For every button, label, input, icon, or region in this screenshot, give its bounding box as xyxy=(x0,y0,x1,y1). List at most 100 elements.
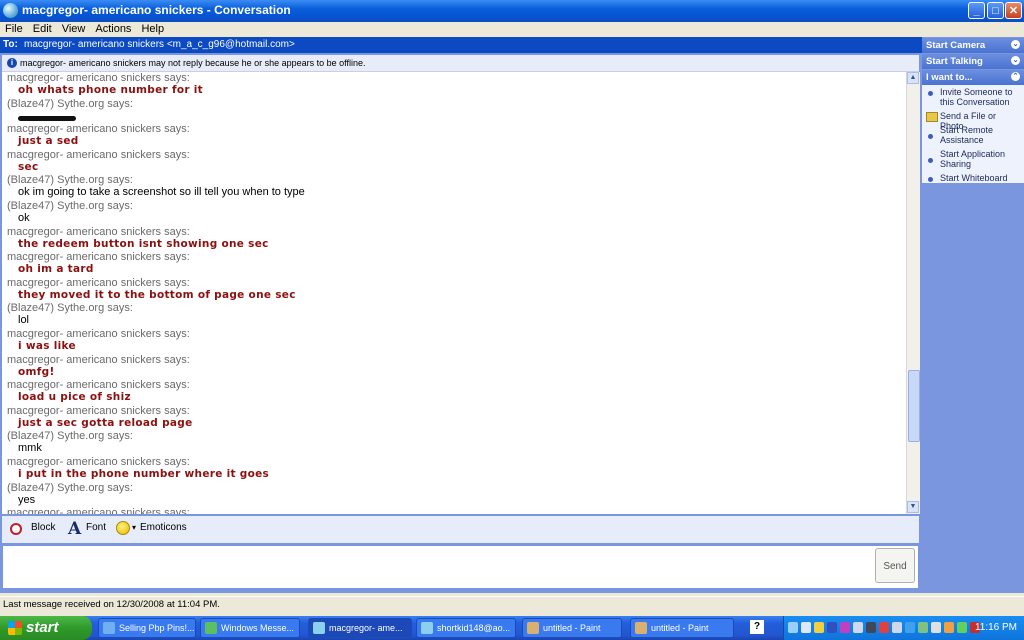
tray-icon[interactable] xyxy=(931,622,941,633)
message-item: macgregor- americano snickers says: xyxy=(7,507,305,514)
history-scrollbar[interactable]: ▲ ▼ xyxy=(906,72,920,514)
whiteboard-label: Start Whiteboard xyxy=(940,173,1008,183)
message-input[interactable] xyxy=(2,545,919,589)
i-want-to-header[interactable]: I want to... ⌃ xyxy=(922,70,1024,85)
task-windows-messenger[interactable]: Windows Messe... xyxy=(200,618,300,638)
task-label: macgregor- ame... xyxy=(329,623,403,633)
scroll-down-button[interactable]: ▼ xyxy=(907,501,919,513)
tray-icon[interactable] xyxy=(788,622,798,633)
tray-icon[interactable] xyxy=(879,622,889,633)
chevron-down-icon[interactable]: ⌄ xyxy=(1011,40,1020,49)
message-history[interactable]: macgregor- americano snickers says: oh wh… xyxy=(2,72,907,514)
message-sender: macgregor- americano snickers says: xyxy=(7,148,190,161)
invite-someone-item[interactable]: Invite Someone to this Conversation xyxy=(922,87,1024,109)
close-button[interactable]: ✕ xyxy=(1005,2,1022,19)
offline-info-bar: i macgregor- americano snickers may not … xyxy=(2,55,919,72)
tray-icon[interactable] xyxy=(905,622,915,633)
block-button[interactable]: Block xyxy=(31,522,55,533)
start-camera-header[interactable]: Start Camera ⌄ xyxy=(922,38,1024,53)
menu-view[interactable]: View xyxy=(57,23,91,36)
last-message-status: Last message received on 12/30/2008 at 1… xyxy=(3,599,220,610)
task-shortkid[interactable]: shortkid148@ao... xyxy=(416,618,516,638)
volume-icon[interactable] xyxy=(957,622,967,633)
help-icon[interactable]: ? xyxy=(750,620,764,634)
task-paint-2[interactable]: untitled - Paint xyxy=(630,618,734,638)
message-sender: macgregor- americano snickers says: xyxy=(7,507,190,514)
shield-icon[interactable] xyxy=(814,622,824,633)
app-sharing-item[interactable]: Start Application Sharing xyxy=(922,149,1024,171)
message-sender: macgregor- americano snickers says: xyxy=(7,251,190,264)
message-sender: (Blaze47) Sythe.org says: xyxy=(7,97,133,110)
remote-assistance-label: Start Remote Assistance xyxy=(940,125,994,145)
system-tray: 11:16 PM xyxy=(783,616,1024,640)
message-text: oh im a tard xyxy=(18,263,94,276)
task-pane: Start Camera ⌄ Start Talking ⌄ I want to… xyxy=(922,37,1024,593)
menu-help[interactable]: Help xyxy=(136,23,169,36)
message-item: (Blaze47) Sythe.org says: yes xyxy=(7,482,305,508)
taskbar: start Selling Pbp Pins!... Windows Messe… xyxy=(0,616,1024,640)
start-talking-label: Start Talking xyxy=(926,56,983,67)
tray-icon[interactable] xyxy=(918,622,928,633)
font-button[interactable]: Font xyxy=(86,522,106,533)
paint-icon xyxy=(635,622,647,634)
message-item: macgregor- americano snickers says: the r… xyxy=(7,226,305,252)
i-want-to-list: Invite Someone to this Conversation Send… xyxy=(922,85,1024,183)
network-icon[interactable] xyxy=(892,622,902,633)
message-sender: (Blaze47) Sythe.org says: xyxy=(7,199,133,212)
chevron-down-icon[interactable]: ⌄ xyxy=(1011,56,1020,65)
scroll-thumb[interactable] xyxy=(908,370,920,442)
tray-icon[interactable] xyxy=(866,622,876,633)
block-icon[interactable] xyxy=(10,523,22,535)
task-label: Windows Messe... xyxy=(221,623,295,633)
messenger-icon xyxy=(205,622,217,634)
clock[interactable]: 11:16 PM xyxy=(975,616,1017,640)
i-want-to-label: I want to... xyxy=(926,72,973,83)
title-bar: macgregor- americano snickers - Conversa… xyxy=(0,0,1024,22)
message-sender: macgregor- americano snickers says: xyxy=(7,72,190,84)
menu-edit[interactable]: Edit xyxy=(28,23,57,36)
menu-file[interactable]: File xyxy=(0,23,28,36)
message-text: the redeem button isnt showing one sec xyxy=(18,237,269,250)
send-file-item[interactable]: Send a File or Photo xyxy=(922,111,1024,131)
folder-icon xyxy=(926,112,938,122)
message-text: they moved it to the bottom of page one … xyxy=(18,288,296,301)
tray-icon[interactable] xyxy=(944,622,954,633)
task-paint-1[interactable]: untitled - Paint xyxy=(522,618,622,638)
message-item: macgregor- americano snickers says: just … xyxy=(7,405,305,431)
start-button[interactable]: start xyxy=(0,616,92,640)
whiteboard-item[interactable]: Start Whiteboard xyxy=(922,173,1024,185)
invite-someone-label: Invite Someone to this Conversation xyxy=(940,87,1013,107)
scroll-up-button[interactable]: ▲ xyxy=(907,72,919,84)
to-bar: To: macgregor- americano snickers <m_a_c… xyxy=(0,37,922,53)
menu-actions[interactable]: Actions xyxy=(90,23,136,36)
tray-icon[interactable] xyxy=(827,622,837,633)
task-selling-pbp[interactable]: Selling Pbp Pins!... xyxy=(98,618,196,638)
message-item: macgregor- americano snickers says: oh im… xyxy=(7,251,305,277)
task-conversation[interactable]: macgregor- ame... xyxy=(308,618,412,638)
start-talking-header[interactable]: Start Talking ⌄ xyxy=(922,54,1024,69)
message-item: (Blaze47) Sythe.org says: lol xyxy=(7,302,305,328)
minimize-button[interactable]: _ xyxy=(968,2,985,19)
tray-icon[interactable] xyxy=(853,622,863,633)
message-item: macgregor- americano snickers says: i put… xyxy=(7,456,305,482)
send-button[interactable]: Send xyxy=(875,548,915,583)
message-text: i was like xyxy=(18,339,76,352)
tray-icon[interactable] xyxy=(801,622,811,633)
remote-assistance-item[interactable]: Start Remote Assistance xyxy=(922,125,1024,147)
offline-notice: macgregor- americano snickers may not re… xyxy=(20,58,366,68)
font-icon[interactable]: A xyxy=(68,519,81,539)
message-item: macgregor- americano snickers says: sec xyxy=(7,149,305,175)
chevron-up-icon[interactable]: ⌃ xyxy=(1011,72,1020,81)
message-item: (Blaze47) Sythe.org says: ok im going to … xyxy=(7,174,305,200)
emoticons-button[interactable]: Emoticons xyxy=(140,522,187,533)
contact-address[interactable]: macgregor- americano snickers <m_a_c_g96… xyxy=(24,37,295,53)
emoticons-dropdown-arrow[interactable]: ▾ xyxy=(132,523,136,532)
tray-icon[interactable] xyxy=(840,622,850,633)
message-sender: macgregor- americano snickers says: xyxy=(7,379,190,392)
ie-icon xyxy=(103,622,115,634)
message-text: load u pice of shiz xyxy=(18,391,131,404)
maximize-button[interactable]: □ xyxy=(987,2,1004,19)
bullet-icon xyxy=(928,177,933,182)
message-sender: macgregor- americano snickers says: xyxy=(7,404,190,417)
emoticon-icon[interactable] xyxy=(116,521,130,535)
